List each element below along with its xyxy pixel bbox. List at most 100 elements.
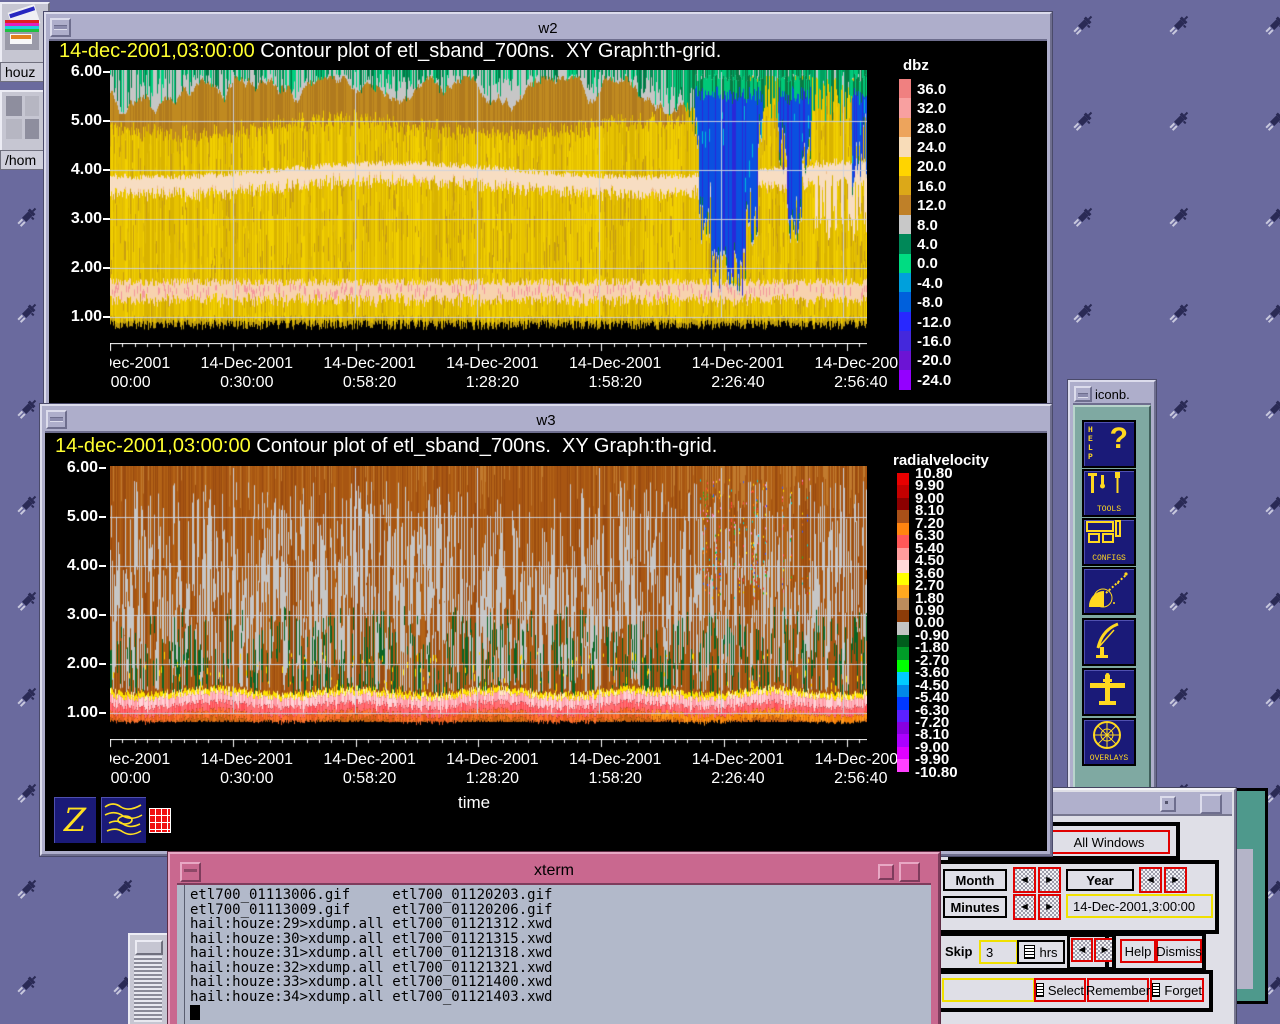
question-mark-icon: ?: [1110, 422, 1128, 456]
remember-button[interactable]: Remember: [1087, 978, 1149, 1002]
select-label: Select: [1048, 983, 1084, 998]
desktop-pattern-pin-icon: [1166, 108, 1192, 134]
z-glyph: Z: [64, 801, 86, 839]
date-field[interactable]: 14-Dec-2001,3:00:00: [1066, 894, 1213, 918]
all-windows-label: All Windows: [1074, 835, 1145, 850]
desktop-pattern-pin-icon: [14, 396, 40, 422]
desktop-pattern-pin-icon: [1070, 300, 1096, 326]
minutes-button[interactable]: Minutes: [943, 896, 1007, 918]
w2-window-menu-button[interactable]: [50, 18, 71, 37]
scrollbar[interactable]: [134, 956, 162, 1022]
help-label: Help: [1125, 944, 1152, 959]
overlays-button[interactable]: OVERLAYS: [1082, 718, 1136, 766]
all-windows-button[interactable]: All Windows: [1048, 830, 1170, 854]
year-button[interactable]: Year: [1066, 869, 1134, 891]
background-window-content: [1233, 849, 1253, 989]
minimize-dot: [1165, 801, 1168, 804]
tools-label: TOOLS: [1084, 505, 1134, 514]
antenna-dish-button[interactable]: [1082, 618, 1136, 666]
tools-button[interactable]: TOOLS: [1082, 469, 1136, 517]
year-back-button[interactable]: ◄: [1139, 867, 1162, 893]
aircraft-button[interactable]: [1082, 668, 1136, 716]
contour-tool-button[interactable]: [99, 795, 148, 845]
desktop-pattern-pin-icon: [14, 204, 40, 230]
minutes-forward-button[interactable]: ►: [1038, 894, 1061, 920]
help-button[interactable]: Help: [1120, 939, 1156, 963]
xterm-maximize-button[interactable]: [899, 862, 920, 882]
forget-label: Forget: [1164, 983, 1202, 998]
xterm-minimize-button[interactable]: [878, 864, 894, 880]
desktop-pattern-pin-icon: [14, 684, 40, 710]
desktop-pattern-pin-icon: [1262, 588, 1280, 614]
select-icon: [1036, 983, 1044, 997]
selection-field[interactable]: [942, 978, 1035, 1002]
window-panes-icon: [2, 92, 44, 146]
skip-field[interactable]: 3: [979, 940, 1018, 964]
w3-title: w3: [536, 412, 555, 429]
skip-label: Skip: [945, 944, 972, 959]
radar-scan-button[interactable]: [1082, 567, 1136, 615]
antenna-dish-icon: [1084, 620, 1130, 662]
desktop-pattern-pin-icon: [14, 492, 40, 518]
skip-value: 3: [986, 945, 993, 960]
remember-label: Remember: [1086, 983, 1150, 998]
desktop-pattern-pin-icon: [1166, 204, 1192, 230]
panel-minimize-button[interactable]: [1160, 796, 1176, 812]
select-button[interactable]: Select: [1034, 978, 1086, 1002]
desktop-pattern-pin-icon: [14, 876, 40, 902]
xterm-output: etl700_01113006.gif etl700_01120203.gif …: [190, 888, 552, 1004]
radar-scan-icon: [1084, 569, 1130, 611]
xterm-titlebar[interactable]: xterm: [177, 859, 931, 885]
desktop-icon-houz[interactable]: houz: [0, 2, 50, 66]
xterm-window-menu-button[interactable]: [180, 862, 201, 882]
desktop-pattern-pin-icon: [1166, 492, 1192, 518]
overlays-icon: [1084, 720, 1130, 752]
forget-button[interactable]: Forget: [1150, 978, 1204, 1002]
desktop-icon-home[interactable]: /hom: [0, 90, 50, 154]
desktop-pattern-pin-icon: [1262, 204, 1280, 230]
hrs-menu-button[interactable]: hrs: [1017, 940, 1065, 964]
desktop-pattern-pin-icon: [1262, 108, 1280, 134]
desktop-pattern-pin-icon: [110, 876, 136, 902]
skip-back-button[interactable]: ◄: [1071, 938, 1093, 962]
desktop-pattern-pin-icon: [1262, 684, 1280, 710]
menu-dash: [184, 869, 197, 872]
month-button[interactable]: Month: [943, 869, 1007, 891]
configs-button[interactable]: CONFIGS: [1082, 518, 1136, 566]
window-menu-button[interactable]: [135, 940, 163, 955]
menu-icon: [1024, 945, 1035, 959]
desktop-pattern-pin-icon: [1166, 12, 1192, 38]
minutes-back-button[interactable]: ◄: [1013, 894, 1036, 920]
overlays-label: OVERLAYS: [1084, 754, 1134, 763]
window-w2: w2: [44, 12, 1052, 408]
desktop-pattern-pin-icon: [14, 780, 40, 806]
help-vertical-label: HELP: [1088, 426, 1097, 462]
configs-icon: [1084, 520, 1130, 552]
window-xterm: xterm etl700_01113006.gif etl700_0112020…: [168, 852, 940, 1024]
year-forward-button[interactable]: ►: [1164, 867, 1187, 893]
w2-titlebar[interactable]: w2: [49, 17, 1047, 41]
w3-window-menu-button[interactable]: [46, 410, 67, 429]
month-forward-button[interactable]: ►: [1038, 867, 1061, 893]
w3-plot-area: [45, 433, 1047, 851]
xterm-cursor: [190, 1005, 200, 1020]
help-group: Help Dismiss: [1112, 932, 1206, 972]
selection-group: Select Remember Forget: [933, 970, 1213, 1012]
date-value: 14-Dec-2001,3:00:00: [1073, 899, 1195, 914]
desktop-pattern-pin-icon: [1262, 396, 1280, 422]
zoom-tool-button[interactable]: Z: [52, 795, 98, 845]
date-controls-group: ◄ Month ◄ ► Year ◄ ► ◄ Minutes ◄ ► 14-De…: [933, 860, 1219, 934]
month-back-button[interactable]: ◄: [1013, 867, 1036, 893]
help-button[interactable]: HELP?: [1082, 420, 1136, 468]
iconbar-title: iconb.: [1095, 387, 1130, 402]
hrs-label: hrs: [1039, 945, 1057, 960]
panel-maximize-button[interactable]: [1200, 794, 1222, 814]
xterm-title: xterm: [534, 862, 574, 880]
xterm-content[interactable]: etl700_01113006.gif etl700_01120203.gif …: [177, 885, 931, 1024]
iconbar-window-menu-button[interactable]: [1074, 386, 1092, 402]
w3-titlebar[interactable]: w3: [45, 409, 1047, 433]
desktop-pattern-pin-icon: [1070, 12, 1096, 38]
skip-group: Skip 3 hrs ◄ ►: [933, 932, 1109, 972]
dismiss-button[interactable]: Dismiss: [1156, 939, 1202, 963]
grid-tool-button[interactable]: [149, 808, 171, 833]
